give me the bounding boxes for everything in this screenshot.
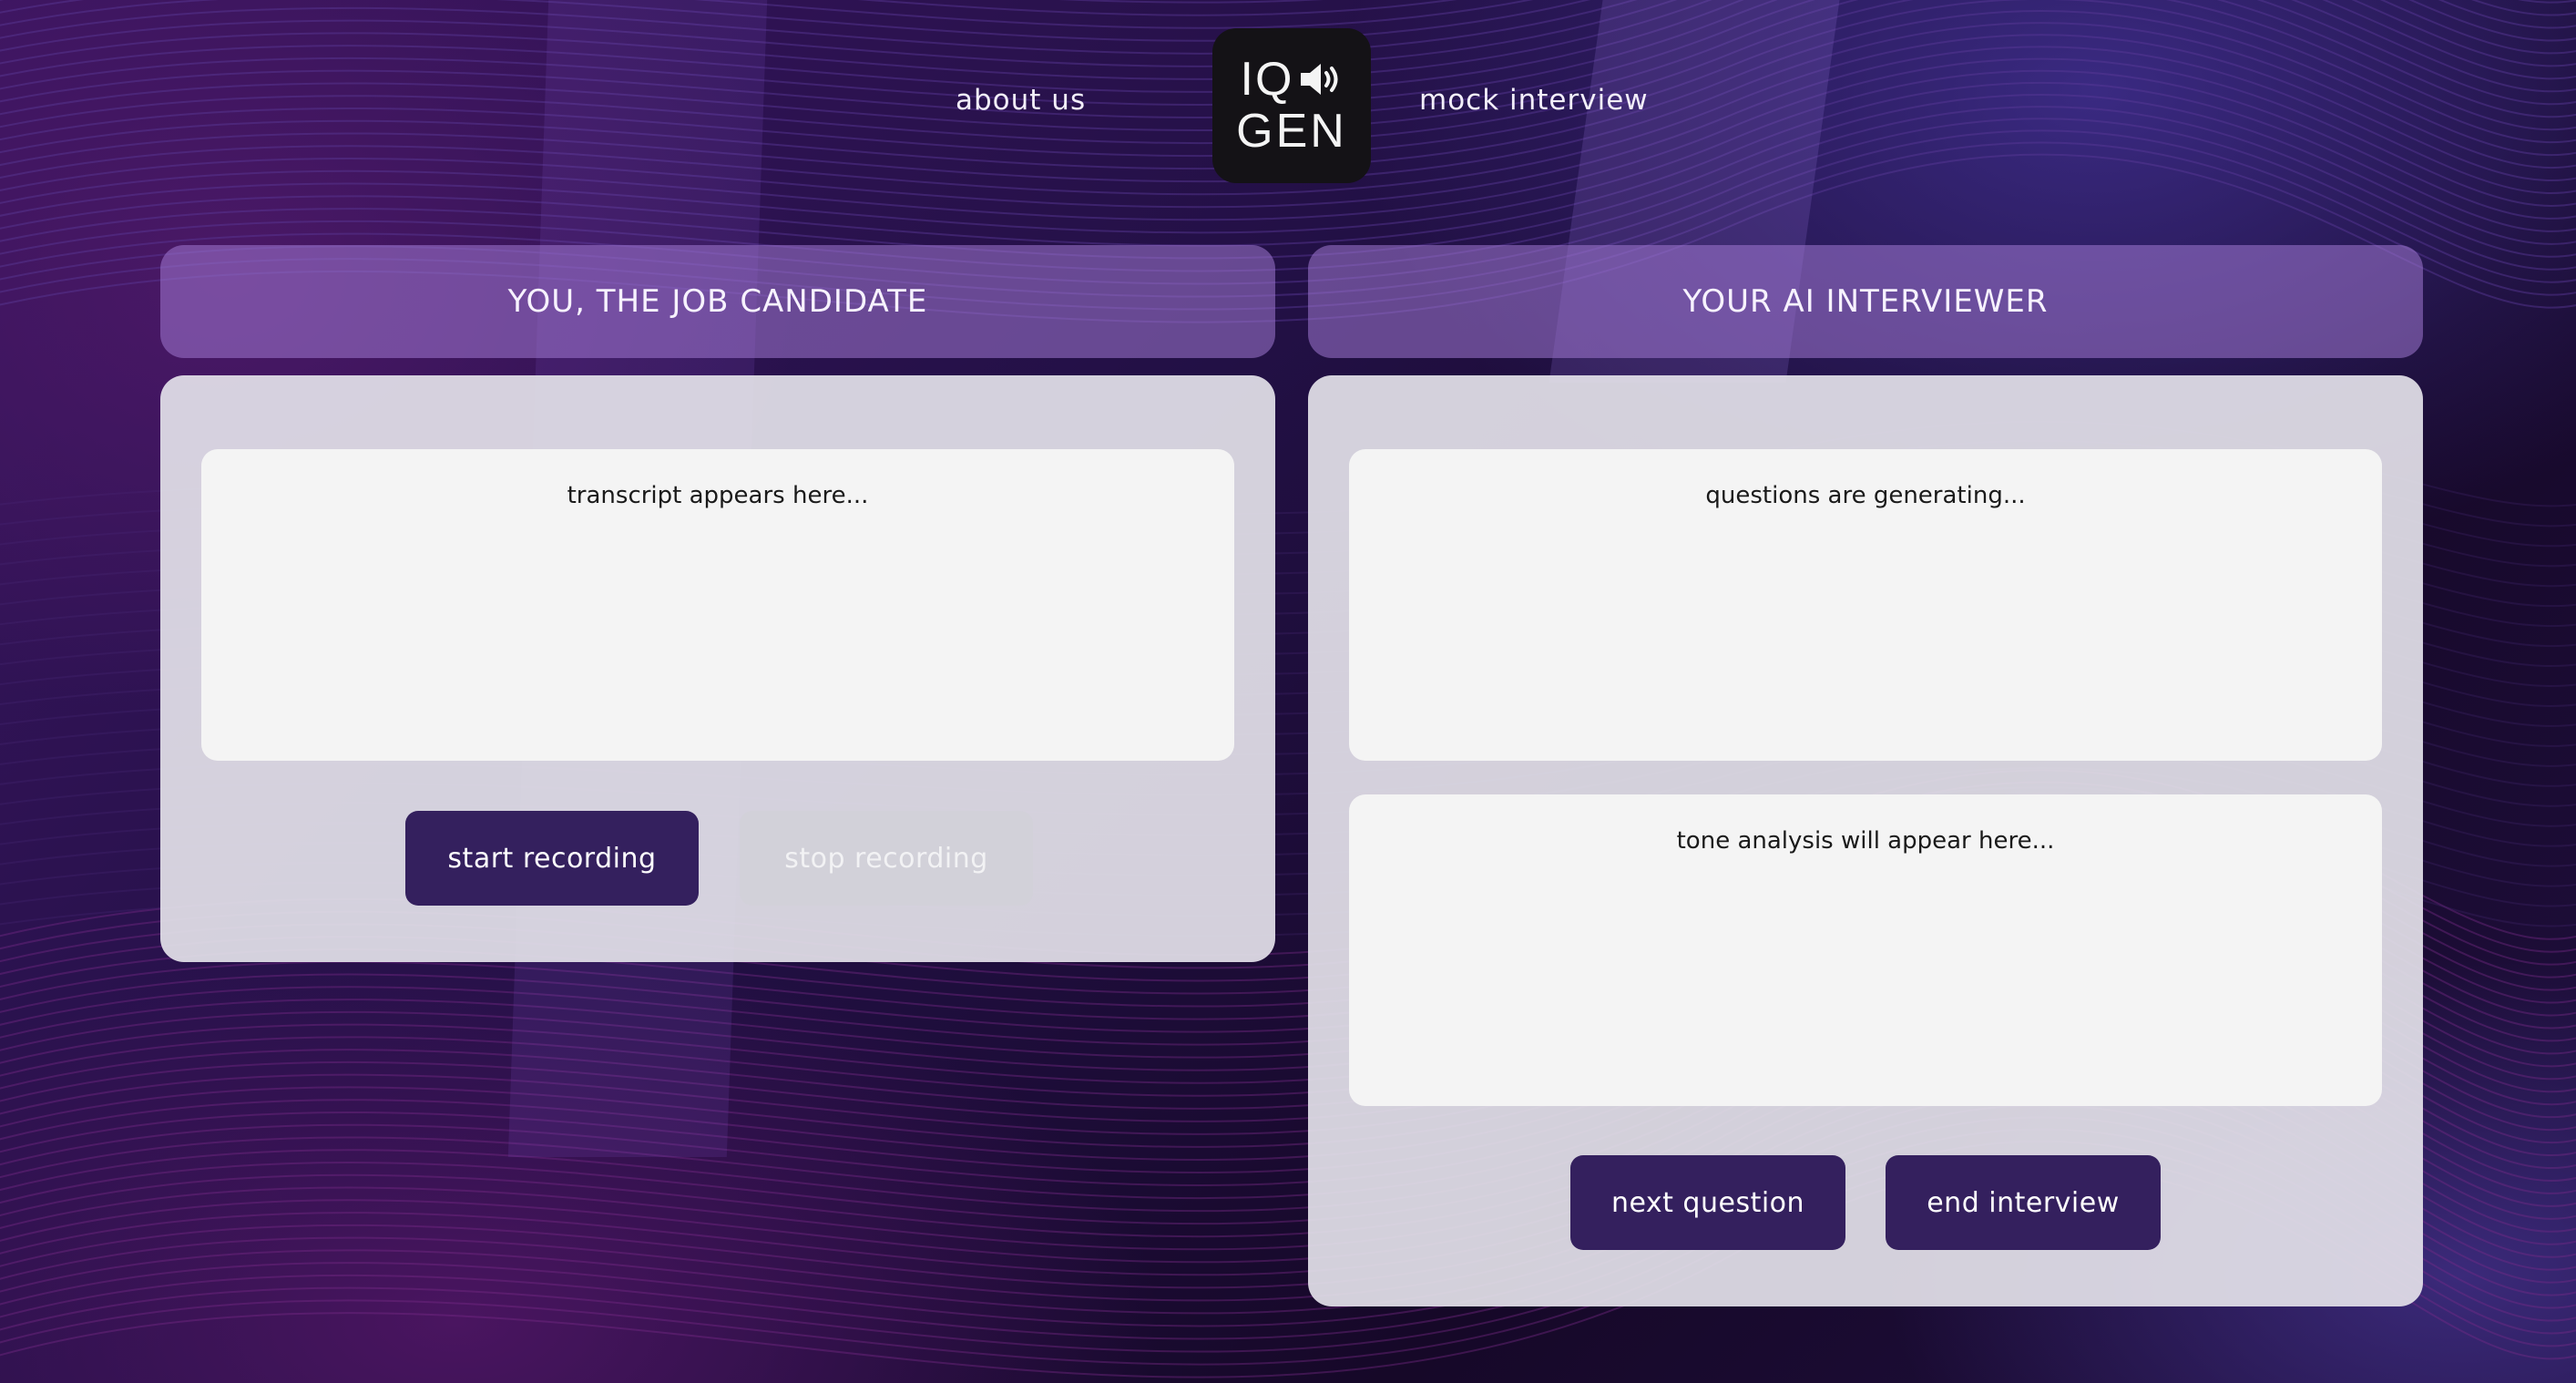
questions-box[interactable]: questions are generating... [1349,449,2382,761]
candidate-panel: transcript appears here... start recordi… [160,375,1275,962]
end-interview-button[interactable]: end interview [1886,1155,2161,1250]
interviewer-panel: questions are generating... tone analysi… [1308,375,2423,1306]
speaker-icon [1301,64,1338,95]
start-recording-button[interactable]: start recording [405,811,699,906]
nav-about-us[interactable]: about us [956,84,1086,117]
wave-line [1058,0,1324,4]
questions-placeholder: questions are generating... [1705,482,2026,509]
logo-text-iq: IQ [1240,53,1294,106]
logo[interactable]: IQ GEN [1212,28,1371,183]
tone-analysis-box[interactable]: tone analysis will appear here... [1349,794,2382,1106]
logo-text-gen: GEN [1236,105,1347,158]
transcript-box[interactable]: transcript appears here... [201,449,1234,761]
stop-recording-button[interactable]: stop recording [740,811,1033,906]
candidate-panel-title: YOU, THE JOB CANDIDATE [160,245,1275,358]
interviewer-panel-title: YOUR AI INTERVIEWER [1308,245,2423,358]
nav-mock-interview[interactable]: mock interview [1419,84,1649,117]
next-question-button[interactable]: next question [1570,1155,1845,1250]
tone-analysis-placeholder: tone analysis will appear here... [1676,827,2055,855]
transcript-placeholder: transcript appears here... [567,482,869,509]
